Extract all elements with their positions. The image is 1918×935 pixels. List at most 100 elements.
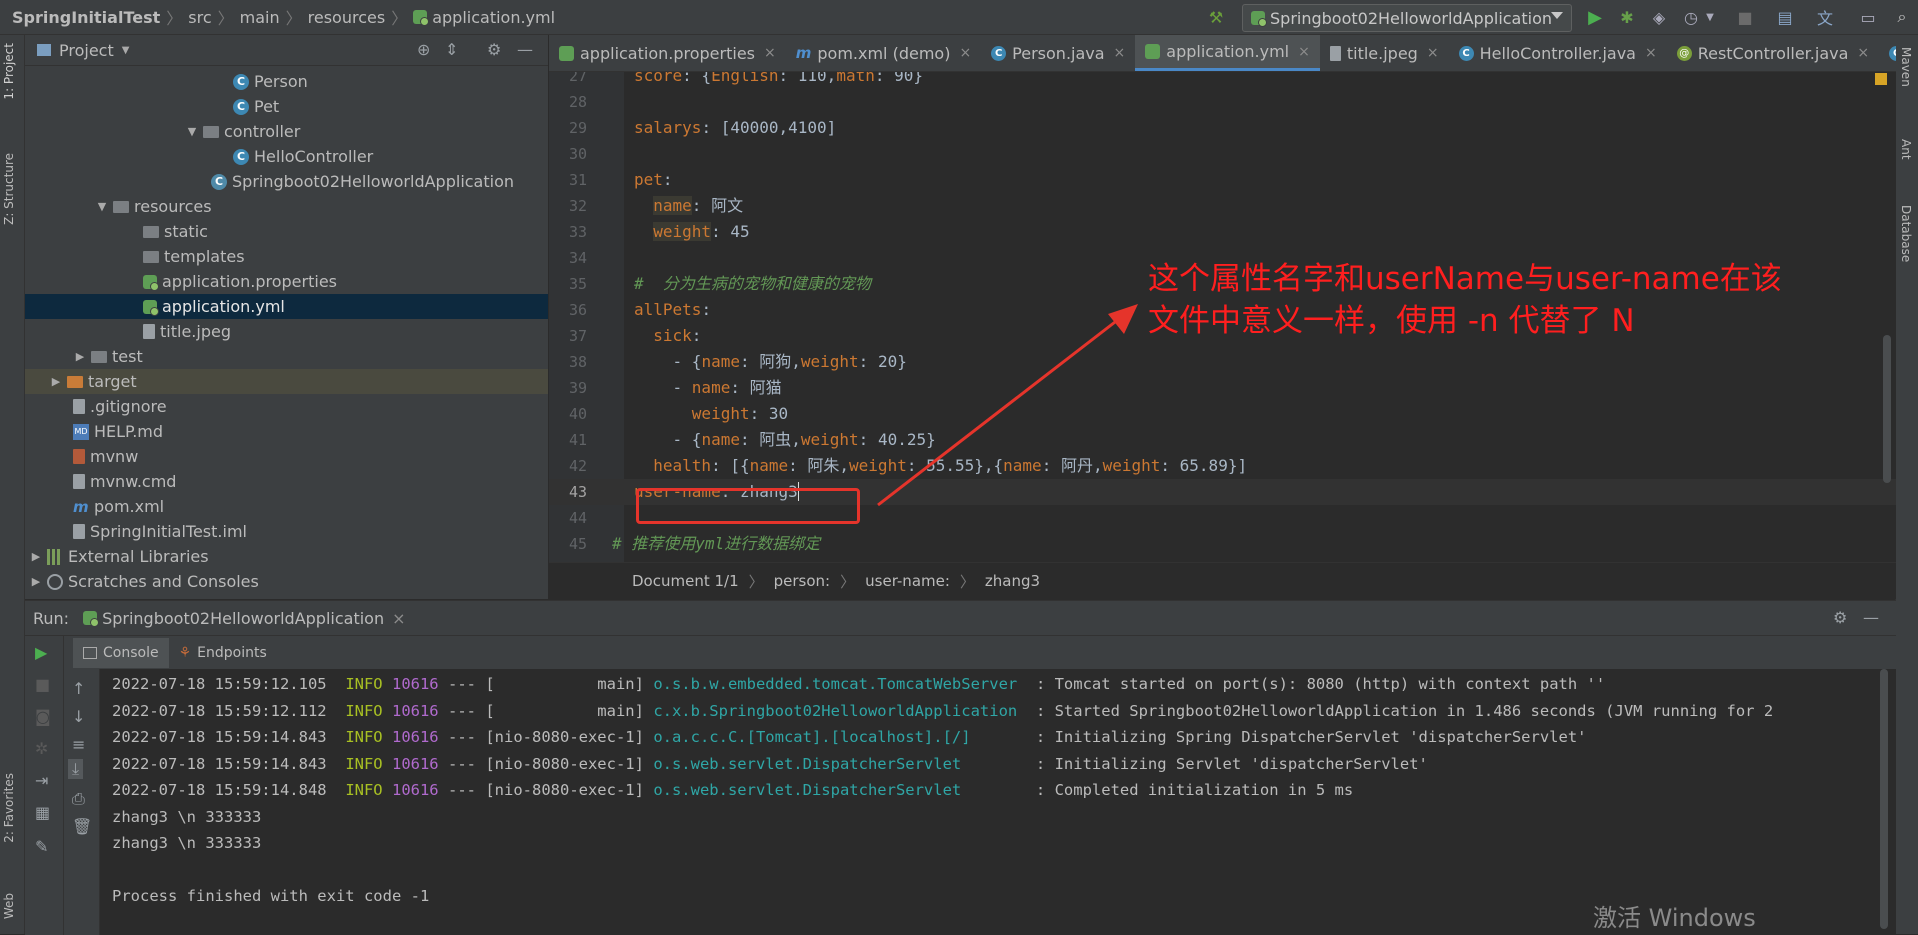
minimize-icon[interactable]: — <box>1863 608 1879 627</box>
web-tool-tab[interactable]: Web <box>2 893 16 919</box>
console-tab[interactable]: Console <box>73 638 169 668</box>
expand-right-icon[interactable]: ▶ <box>73 350 87 363</box>
stop-icon[interactable]: ■ <box>1735 7 1755 27</box>
project-panel-title[interactable]: Project <box>59 41 114 60</box>
trash-icon[interactable]: 🗑 <box>72 817 92 836</box>
rerun-icon[interactable]: ▶ <box>35 643 47 662</box>
endpoints-tab[interactable]: ⚘ Endpoints <box>179 645 267 661</box>
tree-item-gitignore[interactable]: .gitignore <box>25 394 548 419</box>
close-icon[interactable]: × <box>764 45 776 61</box>
gear-icon[interactable]: ⚙ <box>1833 608 1847 627</box>
tab-application-properties[interactable]: application.properties × <box>549 35 786 71</box>
tree-item-static[interactable]: static <box>25 219 548 244</box>
expand-right-icon[interactable]: ▶ <box>49 375 63 388</box>
close-icon[interactable]: × <box>1427 45 1439 61</box>
coverage-shield-icon[interactable]: ◈ <box>1649 7 1669 27</box>
tab-person-java[interactable]: C Person.java × <box>981 35 1135 71</box>
collapse-all-icon[interactable]: ⇕ <box>445 40 458 59</box>
camera-icon[interactable]: ◙ <box>35 707 51 726</box>
database-tool-tab[interactable]: Database <box>1899 205 1913 262</box>
tree-item-pet[interactable]: C Pet <box>25 94 548 119</box>
minimize-icon[interactable]: — <box>517 40 533 59</box>
close-icon[interactable]: × <box>1645 45 1657 61</box>
tree-item-application-class[interactable]: C Springboot02HelloworldApplication <box>25 169 548 194</box>
breadcrumb-resources[interactable]: resources <box>308 8 386 27</box>
project-tool-tab[interactable]: 1: Project <box>2 43 16 100</box>
run-config-tab[interactable]: Springboot02HelloworldApplication × <box>83 609 406 628</box>
print-icon[interactable]: ⎙ <box>72 789 85 809</box>
run-icon[interactable]: ▶ <box>1585 7 1605 28</box>
up-arrow-icon[interactable]: ↑ <box>72 679 85 698</box>
expand-right-icon[interactable]: ▶ <box>29 550 43 563</box>
breadcrumb-src[interactable]: src <box>188 8 211 27</box>
settings-icon[interactable]: ✲ <box>35 739 48 758</box>
tree-item-person[interactable]: C Person <box>25 69 548 94</box>
tree-item-scratches[interactable]: ▶ Scratches and Consoles <box>25 569 548 594</box>
locate-target-icon[interactable]: ⊕ <box>417 40 430 59</box>
search-icon[interactable]: ⌕ <box>1892 7 1912 27</box>
tree-item-test[interactable]: ▶ test <box>25 344 548 369</box>
debug-bug-icon[interactable]: ✱ <box>1617 7 1637 27</box>
tree-item-templates[interactable]: templates <box>25 244 548 269</box>
breadcrumb-file[interactable]: application.yml <box>432 8 555 27</box>
tree-item-application-yml[interactable]: application.yml <box>25 294 548 319</box>
tree-item-target[interactable]: ▶ target <box>25 369 548 394</box>
project-structure-icon[interactable]: ▤ <box>1775 7 1795 27</box>
breadcrumb-project[interactable]: SpringInitialTest <box>12 8 160 27</box>
tree-item-mvnw[interactable]: mvnw <box>25 444 548 469</box>
breadcrumb-user-name[interactable]: user-name: <box>865 572 950 590</box>
chevron-down-icon[interactable]: ▼ <box>122 45 130 56</box>
structure-tool-tab[interactable]: Z: Structure <box>2 153 16 225</box>
document-indicator[interactable]: Document 1/1 <box>632 572 739 590</box>
gear-icon[interactable]: ⚙ <box>487 40 501 59</box>
tree-item-controller[interactable]: ▼ controller <box>25 119 548 144</box>
presentation-mode-icon[interactable]: ▭ <box>1858 7 1878 27</box>
exit-icon[interactable]: ⇥ <box>35 771 48 790</box>
tree-item-application-properties[interactable]: application.properties <box>25 269 548 294</box>
favorites-tool-tab[interactable]: 2: Favorites <box>2 773 16 843</box>
tab-title-jpeg[interactable]: title.jpeg × <box>1320 35 1449 71</box>
tree-item-title-jpeg[interactable]: title.jpeg <box>25 319 548 344</box>
tab-overflow[interactable]: CP <box>1879 35 1896 71</box>
translate-icon[interactable]: 文 <box>1815 7 1835 28</box>
breadcrumb-value[interactable]: zhang3 <box>985 572 1040 590</box>
run-configuration-select[interactable]: Springboot02HelloworldApplication <box>1242 4 1572 32</box>
tree-item-external-libraries[interactable]: ▶ External Libraries <box>25 544 548 569</box>
stop-icon[interactable]: ■ <box>35 675 50 694</box>
close-icon[interactable]: × <box>392 609 405 628</box>
editor-scrollbar[interactable] <box>1883 335 1891 483</box>
close-icon[interactable]: × <box>1114 45 1126 61</box>
tree-item-mvnw-cmd[interactable]: mvnw.cmd <box>25 469 548 494</box>
annotation-arrow <box>877 304 1138 507</box>
breadcrumb-person[interactable]: person: <box>774 572 830 590</box>
expand-down-icon[interactable]: ▼ <box>185 125 199 138</box>
pin-icon[interactable]: ✎ <box>35 837 48 856</box>
tab-pom-xml[interactable]: m pom.xml (demo) × <box>786 35 981 71</box>
close-icon[interactable]: × <box>1857 45 1869 61</box>
chevron-down-icon[interactable]: ▼ <box>1700 7 1720 27</box>
layout-icon[interactable]: ▦ <box>35 803 50 822</box>
profiler-clock-icon[interactable]: ◷ <box>1681 7 1701 27</box>
tree-item-iml[interactable]: SpringInitialTest.iml <box>25 519 548 544</box>
tab-application-yml[interactable]: application.yml × <box>1135 35 1320 71</box>
tab-hellocontroller-java[interactable]: C HelloController.java × <box>1449 35 1667 71</box>
ant-tool-tab[interactable]: Ant <box>1899 139 1913 160</box>
tree-item-resources[interactable]: ▼ resources <box>25 194 548 219</box>
scroll-to-end-icon[interactable]: ⤓ <box>68 759 84 779</box>
tab-restcontroller-java[interactable]: @ RestController.java × <box>1667 35 1879 71</box>
maven-tool-tab[interactable]: Maven <box>1899 47 1913 87</box>
console-scrollbar[interactable] <box>1880 669 1888 929</box>
warning-marker-icon[interactable] <box>1875 73 1887 85</box>
console-output[interactable]: 2022-07-18 15:59:12.105 INFO 10616 --- [… <box>100 669 1896 935</box>
expand-right-icon[interactable]: ▶ <box>29 575 43 588</box>
expand-down-icon[interactable]: ▼ <box>95 200 109 213</box>
tree-item-hellocontroller[interactable]: C HelloController <box>25 144 548 169</box>
soft-wrap-icon[interactable]: ≡ <box>72 735 85 754</box>
tree-item-pom-xml[interactable]: m pom.xml <box>25 494 548 519</box>
build-hammer-icon[interactable]: ⚒ <box>1206 7 1226 27</box>
breadcrumb-main[interactable]: main <box>240 8 280 27</box>
tree-item-help-md[interactable]: MD HELP.md <box>25 419 548 444</box>
close-icon[interactable]: × <box>959 45 971 61</box>
close-icon[interactable]: × <box>1298 44 1310 60</box>
down-arrow-icon[interactable]: ↓ <box>72 707 85 726</box>
